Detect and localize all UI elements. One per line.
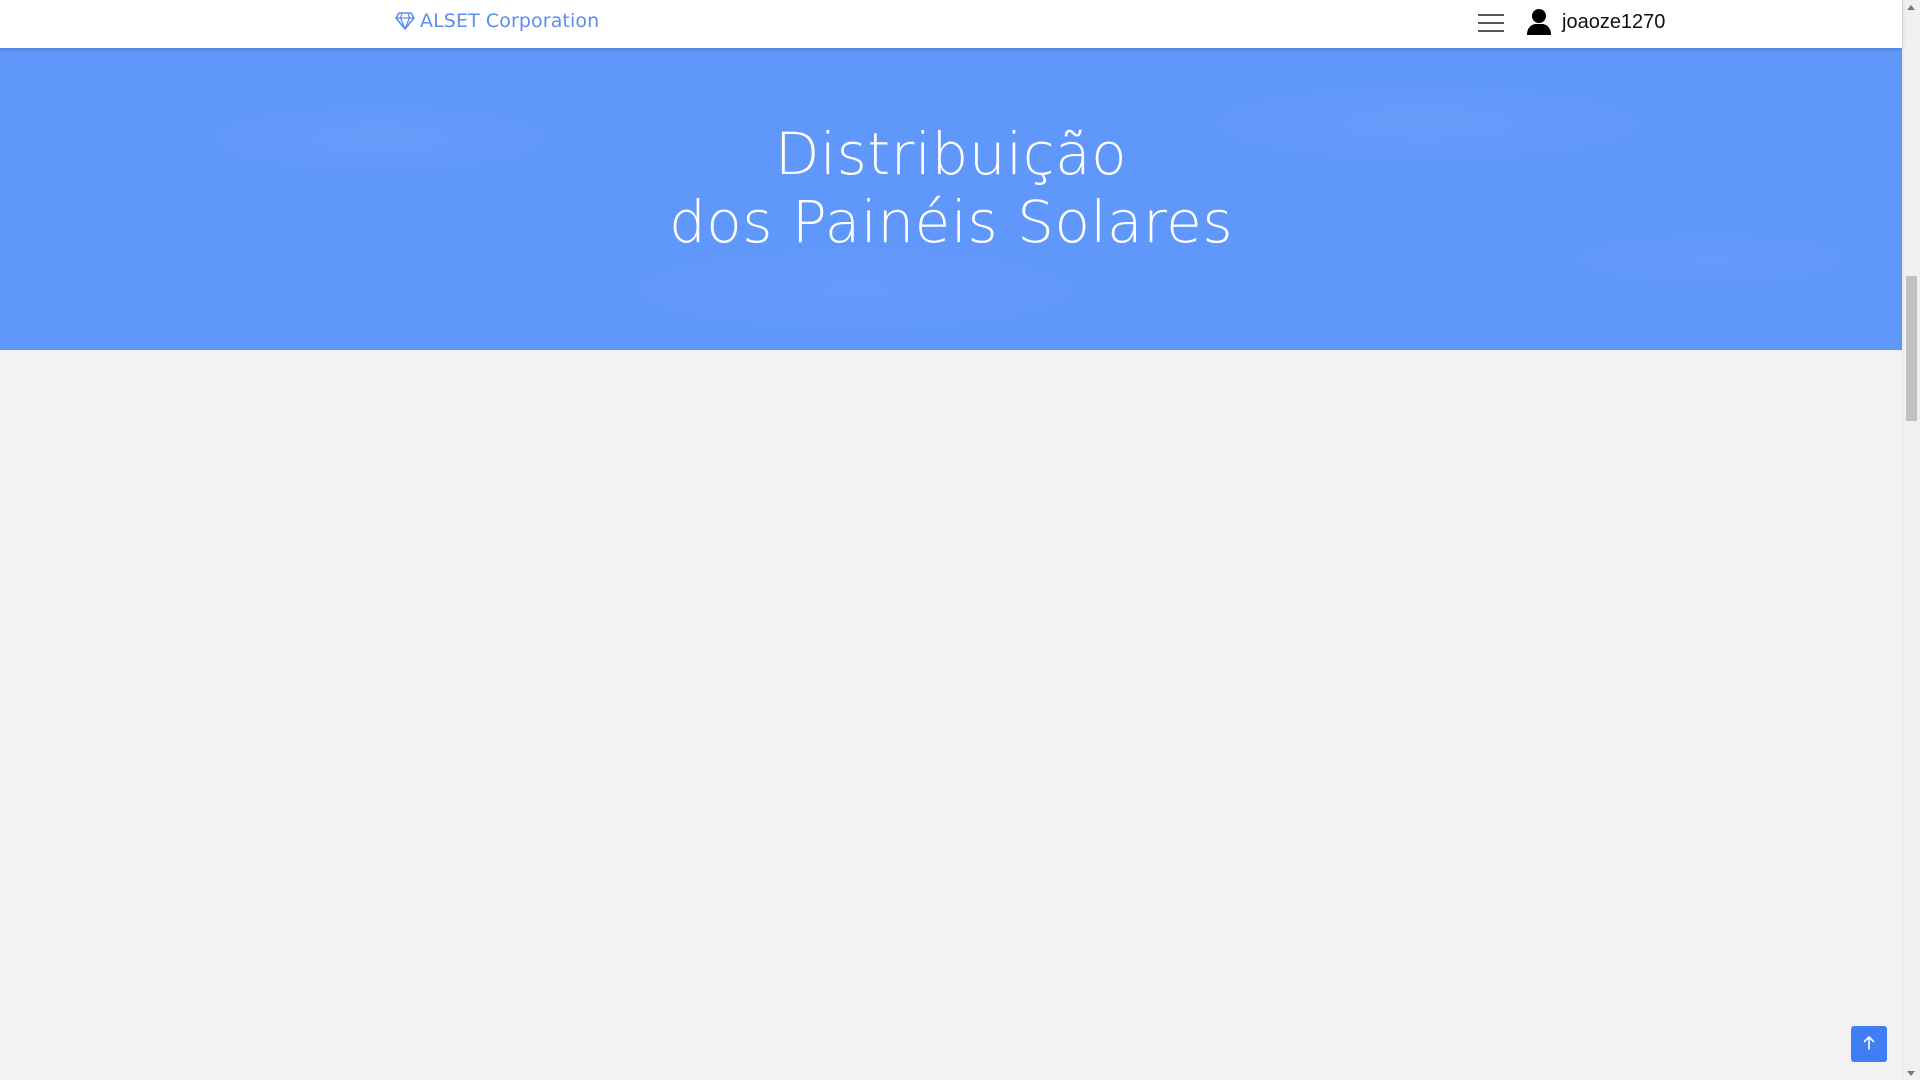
page-title-line-2: dos Painéis Solares: [668, 188, 1234, 256]
scroll-down-arrow-icon[interactable]: [1907, 1071, 1915, 1076]
page: ALSET Corporation joaoze1270 Distribuiçã…: [0, 0, 1920, 1080]
arrow-up-icon: [1862, 1035, 1876, 1054]
hamburger-menu-button[interactable]: [1476, 10, 1506, 36]
username: joaoze1270: [1562, 10, 1666, 33]
vertical-scrollbar[interactable]: [1902, 0, 1920, 1080]
top-navbar: ALSET Corporation joaoze1270: [0, 0, 1902, 48]
page-title: Distribuição dos Painéis Solares: [0, 120, 1902, 256]
back-to-top-button[interactable]: [1851, 1026, 1887, 1062]
main-content: [0, 350, 1902, 1080]
page-title-line-1: Distribuição: [774, 120, 1128, 188]
diamond-icon: [394, 10, 416, 32]
user-profile-link[interactable]: joaoze1270: [1526, 8, 1665, 36]
hamburger-menu-icon: [1478, 14, 1504, 16]
hamburger-menu-icon-bar: [1478, 30, 1504, 32]
viewport: ALSET Corporation joaoze1270 Distribuiçã…: [0, 0, 1902, 1080]
brand-link[interactable]: ALSET Corporation: [394, 10, 599, 32]
brand-name: ALSET Corporation: [420, 10, 600, 32]
user-icon: [1526, 8, 1552, 36]
scrollbar-thumb[interactable]: [1906, 276, 1917, 421]
hamburger-menu-icon-bar: [1478, 22, 1504, 24]
scroll-up-arrow-icon[interactable]: [1907, 5, 1915, 10]
hero-banner: Distribuição dos Painéis Solares: [0, 48, 1902, 350]
